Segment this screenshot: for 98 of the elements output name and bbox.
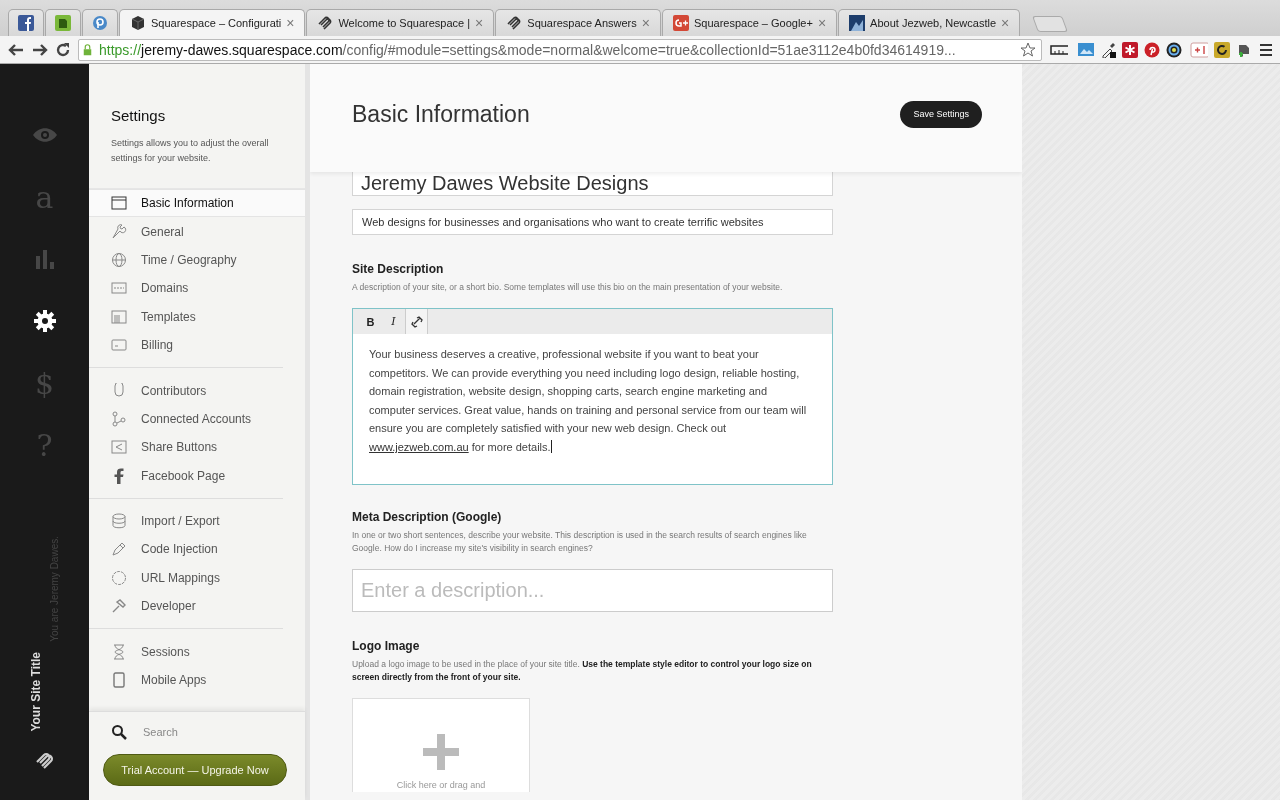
- share-icon: [111, 439, 127, 456]
- tab-title: Squarespace Answers: [527, 17, 637, 29]
- browser-tab[interactable]: [82, 9, 118, 36]
- refresh-icon: [1214, 41, 1230, 58]
- settings-nav-item[interactable]: Import / Export: [89, 506, 283, 536]
- upload-hint: Click here or drag and: [396, 780, 486, 790]
- shield-icon: [111, 382, 127, 399]
- close-tab-button[interactable]: ×: [475, 15, 484, 31]
- settings-nav-item[interactable]: Mobile Apps: [89, 665, 283, 695]
- domain-icon: [111, 280, 127, 297]
- wrench-icon: [111, 223, 127, 240]
- settings-nav-item[interactable]: Templates: [89, 302, 283, 331]
- settings-nav-item[interactable]: Domains: [89, 274, 283, 303]
- page-title: Basic Information: [352, 100, 530, 128]
- search-icon: [111, 724, 127, 740]
- settings-nav-item[interactable]: URL Mappings: [89, 563, 283, 593]
- cube-icon: [130, 15, 146, 31]
- settings-nav-item[interactable]: Sessions: [89, 637, 283, 666]
- forward-icon: [30, 41, 48, 58]
- site-title[interactable]: Your Site Title: [29, 652, 43, 732]
- favicon-icon: [672, 15, 689, 31]
- hammer-icon: [111, 598, 127, 615]
- tab-title: About Jezweb, Newcastle: [870, 17, 997, 29]
- field-label: Site Description: [352, 262, 445, 276]
- favicon-icon: [55, 15, 71, 31]
- dashed-circle-icon: [111, 569, 127, 586]
- squarespace-logo-icon: [506, 15, 523, 31]
- pin-icon: [1144, 41, 1160, 58]
- settings-nav-item[interactable]: Code Injection: [89, 535, 283, 564]
- save-settings-button[interactable]: Save Settings: [900, 100, 982, 128]
- star-icon: [1019, 41, 1037, 58]
- settings-nav-item[interactable]: Share Buttons: [89, 433, 283, 462]
- lens-icon: [1166, 41, 1182, 58]
- tab-title: Squarespace – Google+: [693, 17, 813, 29]
- italic-button[interactable]: I: [382, 309, 405, 334]
- browser-tab[interactable]: Squarespace – Google+ ×: [661, 9, 838, 36]
- close-tab-button[interactable]: ×: [286, 15, 295, 31]
- favicon-icon: [18, 15, 34, 31]
- reload-icon: [54, 41, 72, 58]
- browser-tab[interactable]: Welcome to Squarespace | ×: [306, 9, 495, 36]
- phone-icon: [111, 672, 127, 689]
- field-hint: In one or two short sentences, describe your website. This description is used in the search results of search engines like Google. How do I increase my site's visibility in search engines?: [352, 529, 808, 555]
- field-label: Logo Image: [352, 639, 421, 653]
- field-label: Meta Description (Google): [352, 510, 503, 524]
- plus-one-icon: [1188, 41, 1208, 58]
- tagline-field[interactable]: Web designs for businesses and organisations who want to create terrific websites: [352, 209, 833, 235]
- settings-icon[interactable]: [33, 310, 56, 332]
- meta-description-field[interactable]: Enter a description...: [352, 569, 833, 612]
- bold-button[interactable]: B: [359, 309, 382, 334]
- browser-tab[interactable]: Squarespace Answers ×: [495, 9, 661, 36]
- close-tab-button[interactable]: ×: [817, 15, 827, 31]
- description-text: Your business deserves a creative, professional website if you want to beat your competitors. We can provide everything you need including logo design, reliable hosting, domain registration, website design, shopping carts, search engine marketing and computer services. Great value, hands on training and personal service from our team will ensure you are completely satisfied with your new web design. Check out www.jezweb.com.au for more details.: [368, 347, 808, 455]
- url-text: https://jeremy-dawes.squarespace.com/config/#module=settings&mode=normal&welcome=true&collectionId=51ae3112e4b0fd34614919...: [99, 41, 956, 58]
- link-icon: [410, 314, 423, 329]
- database-icon: [111, 513, 127, 530]
- website-link[interactable]: www.jezweb.com.au: [369, 440, 469, 453]
- search-field[interactable]: Search: [141, 725, 281, 739]
- settings-nav-item[interactable]: Developer: [89, 592, 283, 621]
- eyedropper-icon: [1100, 41, 1116, 58]
- nodes-icon: [111, 410, 127, 427]
- hourglass-icon: [111, 643, 127, 660]
- settings-nav-item[interactable]: Time / Geography: [89, 245, 283, 275]
- browser-tab[interactable]: Squarespace – Configurati ×: [119, 9, 306, 36]
- favicon-icon: [92, 15, 108, 31]
- sidebar-title: Settings: [111, 107, 167, 124]
- sidebar-description: Settings allows you to adjust the overall settings for your website.: [111, 137, 270, 165]
- description-editor[interactable]: [352, 308, 833, 485]
- menu-icon: [1258, 41, 1274, 58]
- settings-nav-item[interactable]: Contributors: [89, 376, 283, 405]
- back-icon: [6, 41, 24, 58]
- settings-nav-item[interactable]: Basic Information: [89, 189, 305, 218]
- globe-icon: [111, 251, 127, 268]
- link-button[interactable]: [405, 309, 428, 334]
- browser-tab[interactable]: [8, 9, 44, 36]
- plus-icon: [423, 734, 459, 770]
- window-icon: [111, 195, 127, 212]
- settings-nav-item[interactable]: Connected Accounts: [89, 404, 283, 434]
- field-hint: A description of your site, or a short bio. Some templates will use this bio on the main presentation of your website.: [352, 281, 784, 294]
- squarespace-logo-icon[interactable]: [34, 752, 55, 770]
- field-hint: Upload a logo image to be used in the place of your site title. Use the template style editor to control your logo size on screen directly from the front of your site.: [352, 658, 813, 684]
- tab-title: Squarespace – Configurati: [151, 17, 282, 29]
- settings-nav-item[interactable]: Facebook Page: [89, 461, 283, 490]
- settings-nav-item[interactable]: Billing: [89, 330, 283, 360]
- tab-title: Welcome to Squarespace |: [338, 17, 471, 29]
- site-title-field[interactable]: Jeremy Dawes Website Designs: [352, 172, 833, 196]
- card-icon: [111, 337, 127, 354]
- settings-nav-item[interactable]: General: [89, 217, 283, 246]
- upgrade-button[interactable]: Trial Account — Upgrade Now: [103, 754, 287, 786]
- close-tab-button[interactable]: ×: [1001, 15, 1010, 31]
- browser-tab[interactable]: [45, 9, 81, 36]
- favicon-icon: [849, 15, 866, 31]
- squarespace-logo-icon: [317, 15, 334, 31]
- close-tab-button[interactable]: ×: [641, 15, 650, 31]
- asterisk-icon: [1122, 41, 1138, 58]
- address-bar[interactable]: https://jeremy-dawes.squarespace.com/config/#module=settings&mode=normal&welcome=true&collectionId=51ae3112e4b0fd34614919...: [78, 38, 1042, 61]
- browser-tab[interactable]: About Jezweb, Newcastle ×: [838, 9, 1021, 36]
- template-icon: [111, 308, 127, 325]
- syringe-icon: [111, 541, 127, 558]
